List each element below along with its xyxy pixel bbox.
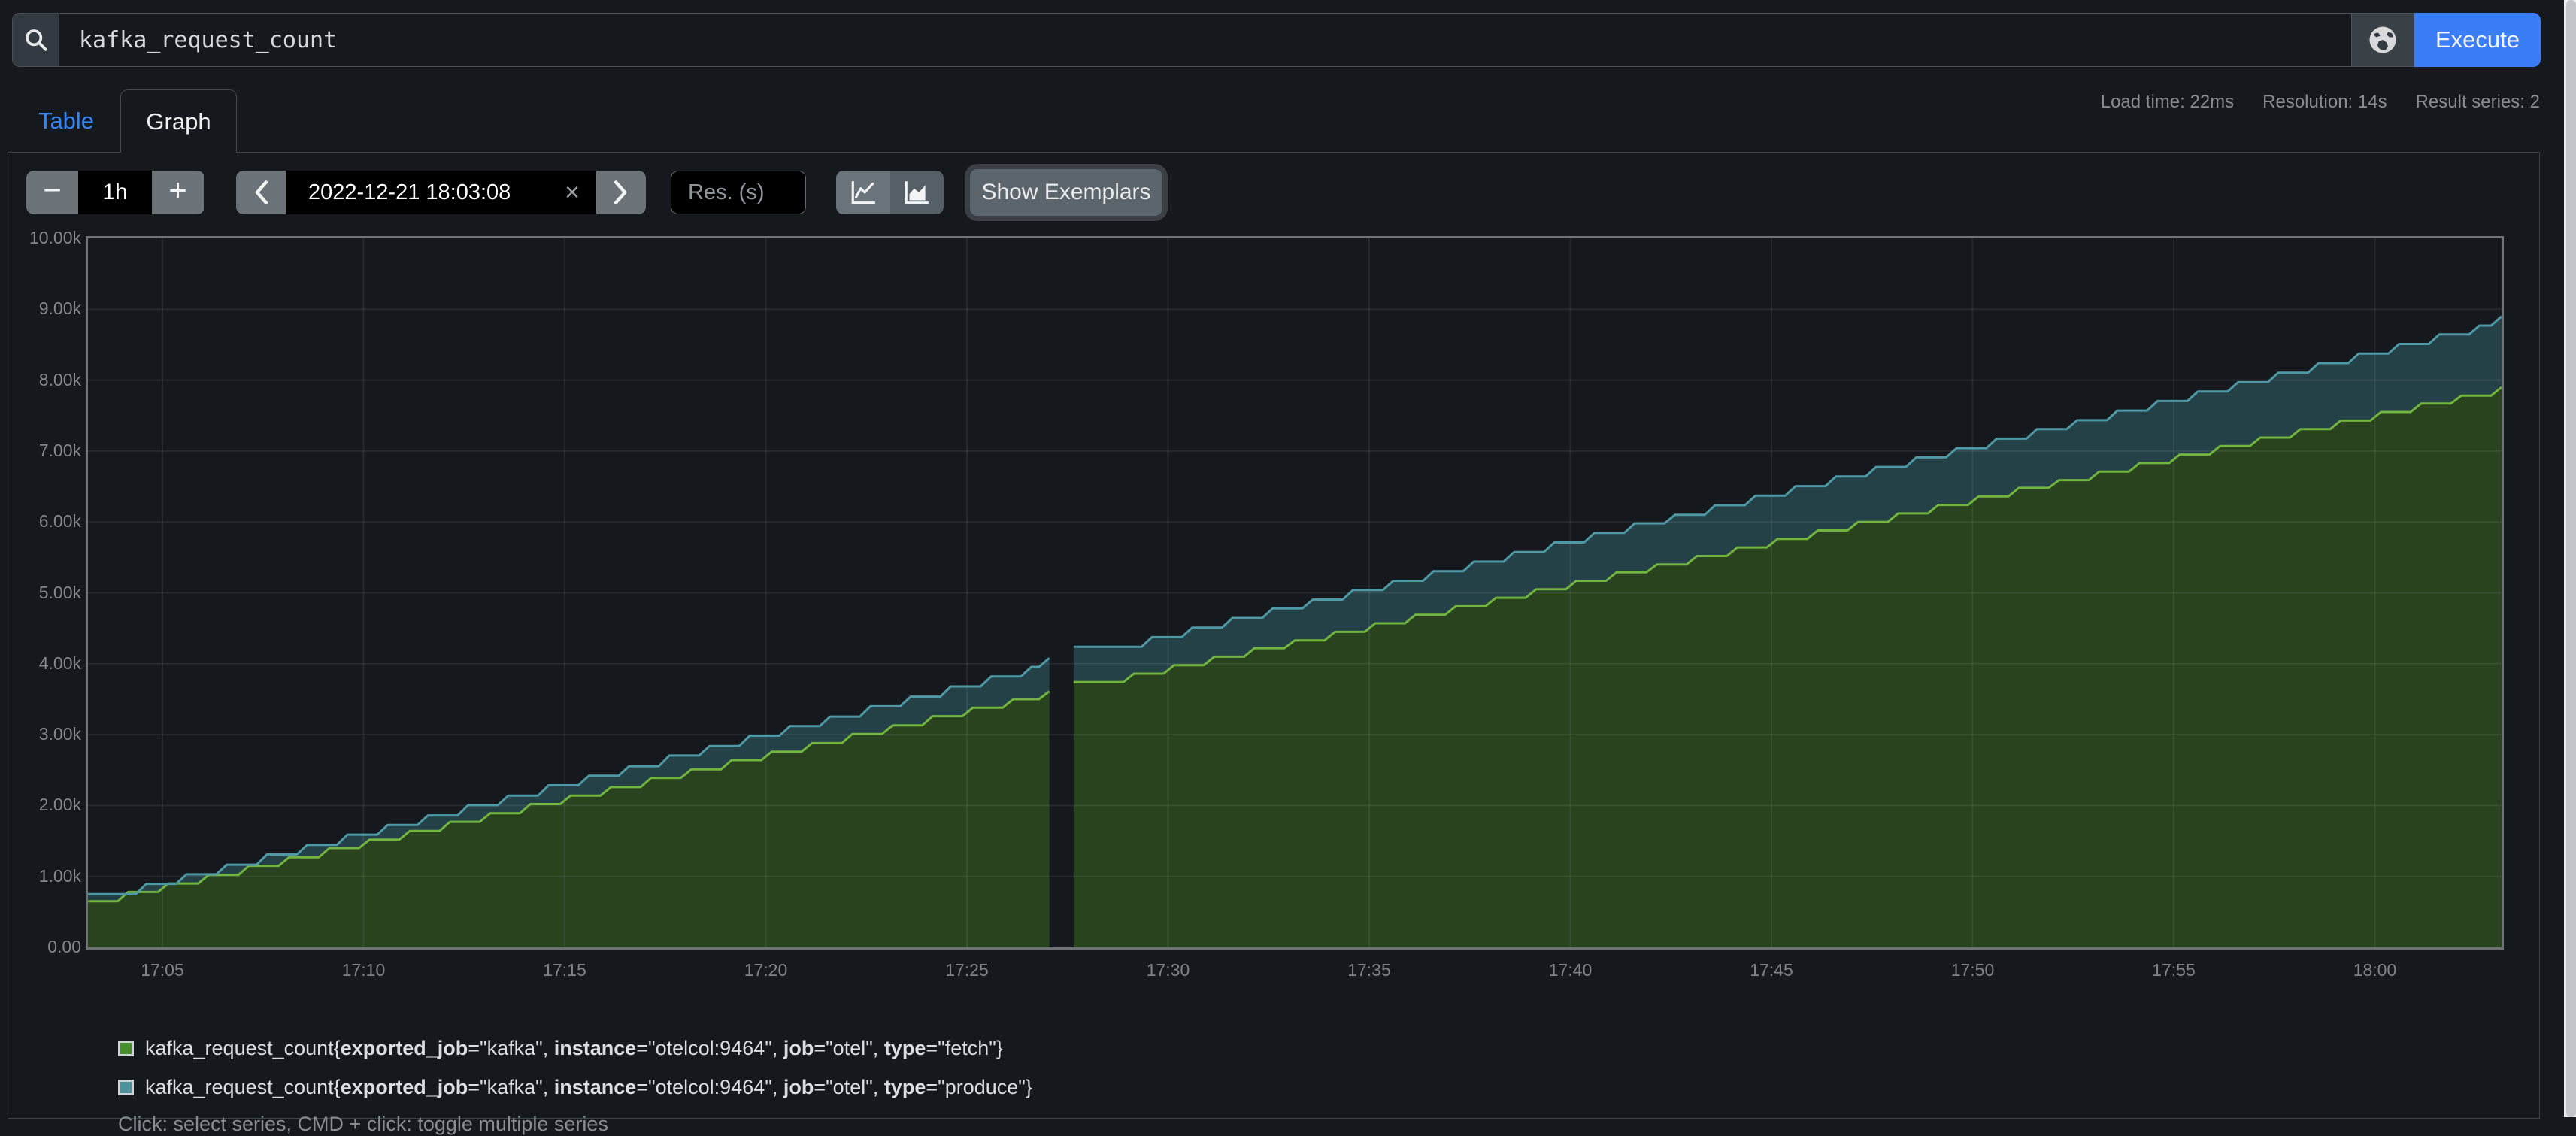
x-tick-label: 17:40 xyxy=(1549,960,1593,980)
y-tick-label: 6.00k xyxy=(6,511,81,532)
x-tick-label: 18:00 xyxy=(2353,960,2397,980)
y-tick-label: 0.00 xyxy=(6,937,81,957)
line-chart-icon xyxy=(849,178,877,207)
chart-legend: kafka_request_count{exported_job="kafka"… xyxy=(118,1028,1032,1136)
y-tick-label: 5.00k xyxy=(6,583,81,603)
timezone-globe-button[interactable] xyxy=(2351,13,2414,67)
datetime-input-wrap: × xyxy=(286,171,596,214)
chart-plot-area[interactable] xyxy=(86,236,2504,950)
legend-swatch xyxy=(118,1041,134,1056)
resolution: Resolution: 14s xyxy=(2262,92,2387,113)
legend-series-row[interactable]: kafka_request_count{exported_job="kafka"… xyxy=(118,1068,1032,1107)
query-bar: Execute xyxy=(12,13,2541,67)
x-tick-label: 17:55 xyxy=(2152,960,2196,980)
x-tick-label: 17:45 xyxy=(1750,960,1793,980)
x-tick-label: 17:35 xyxy=(1347,960,1391,980)
resolution-input[interactable] xyxy=(671,171,806,214)
tab-graph[interactable]: Graph xyxy=(120,89,237,153)
result-series: Result series: 2 xyxy=(2416,92,2540,113)
query-input[interactable] xyxy=(59,14,2351,66)
page-scrollbar[interactable] xyxy=(2564,0,2576,1117)
chart-type-toggle xyxy=(836,171,944,214)
legend-swatch xyxy=(118,1080,134,1095)
range-input[interactable] xyxy=(78,171,152,214)
stacked-chart-toggle-button[interactable] xyxy=(890,171,944,214)
legend-series-label: kafka_request_count{exported_job="kafka"… xyxy=(145,1037,1003,1060)
x-tick-label: 17:10 xyxy=(342,960,386,980)
legend-hint: Click: select series, CMD + click: toggl… xyxy=(118,1113,1032,1136)
x-tick-label: 17:15 xyxy=(543,960,586,980)
increase-range-button[interactable]: + xyxy=(152,171,204,214)
clear-datetime-icon[interactable]: × xyxy=(565,180,580,205)
y-tick-label: 10.00k xyxy=(6,228,81,248)
datetime-input[interactable] xyxy=(286,180,596,205)
y-tick-label: 9.00k xyxy=(6,298,81,319)
time-forward-button[interactable] xyxy=(596,171,646,214)
tab-table[interactable]: Table xyxy=(12,89,120,153)
stacked-chart-icon xyxy=(902,178,931,207)
stacked-area-chart xyxy=(88,238,2502,947)
x-tick-label: 17:50 xyxy=(1951,960,1995,980)
x-tick-label: 17:25 xyxy=(945,960,989,980)
legend-series-row[interactable]: kafka_request_count{exported_job="kafka"… xyxy=(118,1028,1032,1068)
globe-icon xyxy=(2367,24,2399,56)
time-back-button[interactable] xyxy=(236,171,286,214)
search-icon xyxy=(23,27,49,53)
y-tick-label: 2.00k xyxy=(6,795,81,815)
x-tick-label: 17:30 xyxy=(1147,960,1190,980)
view-tabs: Table Graph xyxy=(12,89,237,153)
execute-button[interactable]: Execute xyxy=(2414,13,2541,67)
y-tick-label: 4.00k xyxy=(6,653,81,674)
y-tick-label: 1.00k xyxy=(6,866,81,886)
y-tick-label: 8.00k xyxy=(6,370,81,390)
scrollbar-thumb[interactable] xyxy=(2566,0,2576,1117)
x-tick-label: 17:05 xyxy=(141,960,184,980)
query-stats: Load time: 22ms Resolution: 14s Result s… xyxy=(2101,92,2540,113)
show-exemplars-button[interactable]: Show Exemplars xyxy=(970,169,1162,216)
y-tick-label: 3.00k xyxy=(6,724,81,744)
load-time: Load time: 22ms xyxy=(2101,92,2234,113)
query-input-group xyxy=(12,13,2351,67)
line-chart-toggle-button[interactable] xyxy=(836,171,890,214)
decrease-range-button[interactable]: − xyxy=(26,171,78,214)
y-tick-label: 7.00k xyxy=(6,441,81,461)
x-tick-label: 17:20 xyxy=(744,960,788,980)
datetime-control: × xyxy=(236,171,646,214)
search-icon-box xyxy=(13,14,59,66)
duration-control: − + xyxy=(26,171,205,214)
legend-series-label: kafka_request_count{exported_job="kafka"… xyxy=(145,1076,1032,1099)
